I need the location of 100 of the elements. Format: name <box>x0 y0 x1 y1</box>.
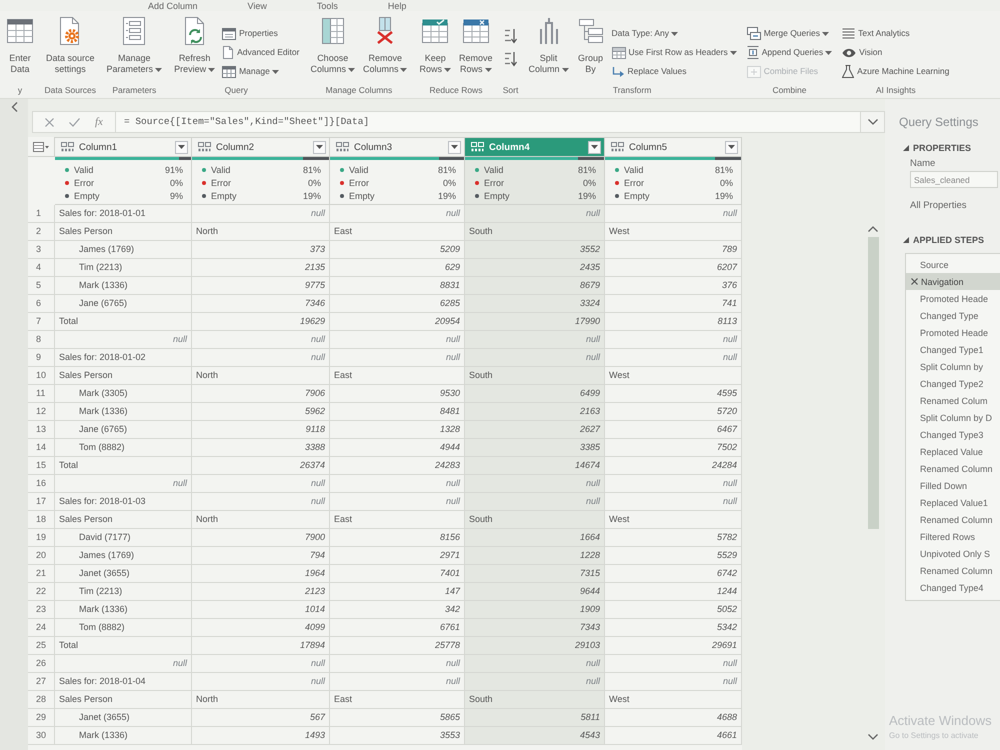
ribbon-button[interactable]: Text Analytics <box>840 25 952 42</box>
ribbon-button[interactable]: Group By <box>574 15 608 84</box>
step-item[interactable]: Changed Type4 <box>906 579 1000 596</box>
step-item[interactable]: Split Column by D <box>906 409 1000 426</box>
panel-title: Query Settings <box>898 115 980 131</box>
row-number: 18 <box>28 511 55 529</box>
ribbon-button[interactable]: Append Queries <box>744 44 834 61</box>
check-icon[interactable] <box>69 118 80 126</box>
table-cell: Janet (3655) <box>55 565 192 583</box>
ribbon-button[interactable]: Vision <box>840 44 952 61</box>
column-header[interactable]: Column1 <box>55 137 192 157</box>
step-item[interactable]: Replaced Value <box>906 443 1000 460</box>
step-item[interactable]: Navigation <box>906 273 1000 290</box>
step-item[interactable]: Changed Type2 <box>906 375 1000 392</box>
row-number: 30 <box>28 727 55 745</box>
column-filter-button[interactable] <box>725 140 738 154</box>
step-item[interactable]: Replaced Value1 <box>906 494 1000 511</box>
ribbon-button[interactable]: Manage <box>220 63 302 80</box>
menu-tab[interactable]: View <box>248 0 267 11</box>
table-cell: 794 <box>192 547 330 565</box>
ribbon-button[interactable]: Remove Columns <box>360 15 410 84</box>
step-item[interactable]: Split Column by <box>906 358 1000 375</box>
chevron-left-icon[interactable] <box>10 102 18 112</box>
table-menu-icon[interactable] <box>33 142 49 152</box>
section-heading[interactable]: APPLIED STEPS <box>885 233 984 247</box>
step-item[interactable]: Promoted Heade <box>906 290 1000 307</box>
column-filter-button[interactable] <box>313 140 326 154</box>
ribbon-button[interactable]: Choose Columns <box>307 15 358 84</box>
ribbon-button[interactable]: Manage Parameters <box>104 15 166 84</box>
step-item[interactable]: Changed Type1 <box>906 341 1000 358</box>
table-cell: South <box>465 367 605 385</box>
step-item[interactable]: Renamed Column <box>906 562 1000 579</box>
step-item[interactable]: Source <box>906 256 1000 273</box>
dropdown-button[interactable]: Data Type: Any <box>610 25 739 42</box>
table-cell: Janet (3655) <box>55 709 192 727</box>
ribbon-button[interactable]: Properties <box>220 25 302 42</box>
row-number: 11 <box>28 385 55 403</box>
ribbon-button[interactable]: Merge Queries <box>744 25 834 42</box>
formula-field[interactable]: = Source{[Item="Sales",Kind="Sheet"]}[Data] <box>116 111 861 133</box>
step-item[interactable]: Changed Type3 <box>906 426 1000 443</box>
row-number: 12 <box>28 403 55 421</box>
delete-icon[interactable] <box>911 278 918 285</box>
column-header[interactable]: Column3 <box>330 137 465 157</box>
step-item[interactable]: Promoted Heade <box>906 324 1000 341</box>
table-cell: 1493 <box>192 727 330 745</box>
table-cell: Total <box>55 457 192 475</box>
bullet-icon <box>475 168 479 172</box>
ribbon-button[interactable]: Keep Rows <box>416 15 454 84</box>
expand-formula-button[interactable] <box>861 111 885 133</box>
step-item[interactable]: Changed Type <box>906 307 1000 324</box>
row-number: 5 <box>28 277 55 295</box>
table-cell: 741 <box>605 295 742 313</box>
table-cell: Sales Person <box>55 223 192 241</box>
table-cell: 3324 <box>465 295 605 313</box>
menu-tab[interactable]: Help <box>388 0 406 11</box>
chevron-down-icon[interactable] <box>868 734 878 740</box>
all-properties-link[interactable]: All Properties <box>910 200 966 211</box>
column-filter-button[interactable] <box>175 140 188 154</box>
column-header[interactable]: Column4 <box>465 137 605 157</box>
table-cell: null <box>465 205 605 223</box>
step-item[interactable]: Unpivoted Only S <box>906 545 1000 562</box>
step-item[interactable]: Filled Down <box>906 477 1000 494</box>
column-header[interactable]: Column5 <box>605 137 742 157</box>
ribbon-group-label: Query <box>224 84 249 97</box>
scrollbar-thumb[interactable] <box>868 237 878 529</box>
menu-tab[interactable]: Add Column <box>148 0 198 11</box>
ribbon-button[interactable]: Enter Data <box>3 15 37 84</box>
table-cell: 2123 <box>192 583 330 601</box>
step-item[interactable]: Filtered Rows <box>906 528 1000 545</box>
section-heading[interactable]: PROPERTIES <box>885 141 972 155</box>
row-number: 4 <box>28 259 55 277</box>
table-cell: North <box>192 511 330 529</box>
table-cell: 17990 <box>465 313 605 331</box>
bullet-icon <box>340 194 344 198</box>
ribbon-button[interactable]: Data source settings <box>43 15 98 84</box>
column-header[interactable]: Column2 <box>192 137 330 157</box>
ribbon-button[interactable]: Azure Machine Learning <box>840 63 952 80</box>
menu-tab[interactable]: Tools <box>316 0 338 11</box>
merge-icon <box>746 27 761 40</box>
chevron-up-icon[interactable] <box>868 226 878 232</box>
caret-icon <box>591 145 598 149</box>
ribbon-group-label: Manage Columns <box>324 84 394 97</box>
ribbon-button[interactable]: Advanced Editor <box>220 44 302 61</box>
quality-label: Error <box>484 178 504 188</box>
column-filter-button[interactable] <box>588 140 601 154</box>
step-item[interactable]: Renamed Colum <box>906 392 1000 409</box>
column-filter-button[interactable] <box>448 140 461 154</box>
quality-label: Error <box>349 178 369 188</box>
ribbon-button[interactable]: Split Column <box>526 15 572 84</box>
ribbon-button[interactable]: Remove Rows <box>456 15 496 84</box>
step-item[interactable]: Renamed Column <box>906 511 1000 528</box>
ribbon-button[interactable]: Use First Row as Headers <box>610 44 739 61</box>
ribbon-button[interactable]: Refresh Preview <box>171 15 218 84</box>
flask-icon <box>842 65 854 78</box>
step-item[interactable]: Renamed Column <box>906 460 1000 477</box>
insert-function-button[interactable]: fx <box>95 116 103 128</box>
ribbon-button[interactable]: Replace Values <box>610 63 739 80</box>
caret-icon <box>451 145 458 149</box>
name-field[interactable]: Sales_cleaned <box>910 171 998 188</box>
table-cell: 4661 <box>605 727 742 745</box>
